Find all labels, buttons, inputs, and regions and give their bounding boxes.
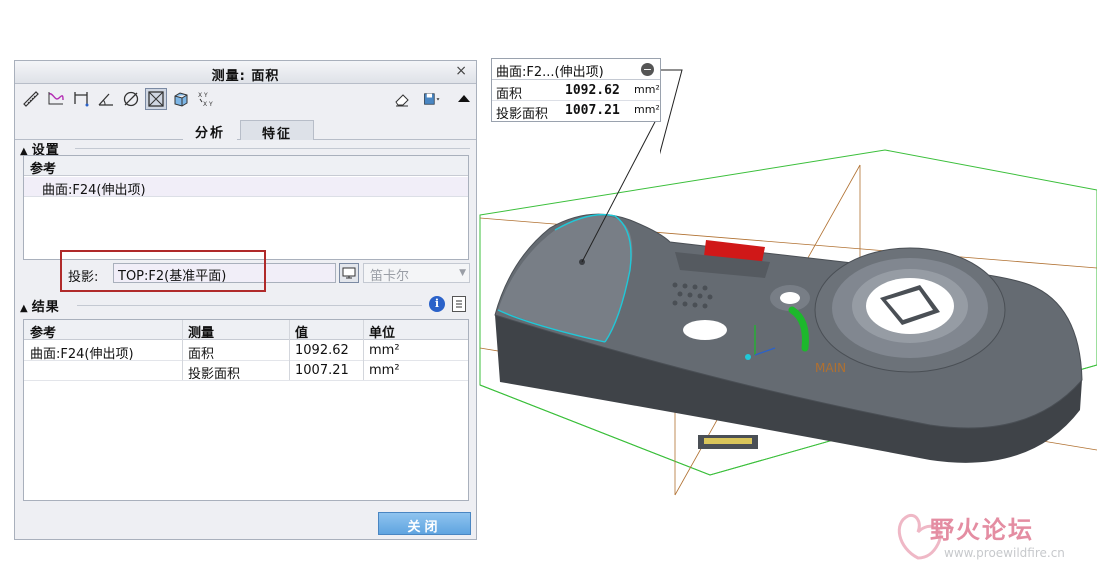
svg-text:X Y: X Y: [203, 101, 213, 108]
results-section-header[interactable]: ▲ 结果: [20, 296, 60, 315]
small-hole: [780, 292, 800, 304]
eraser-icon[interactable]: [391, 88, 413, 110]
collapse-triangle-icon[interactable]: ▲: [20, 303, 29, 314]
measure-toolbar: X Y X Y: [18, 87, 473, 112]
notes-icon[interactable]: [452, 296, 466, 312]
svg-text:X Y: X Y: [198, 92, 208, 99]
column-header[interactable]: 单位: [369, 322, 395, 341]
close-icon[interactable]: ×: [455, 63, 467, 79]
divider: [77, 305, 422, 306]
tab-feature[interactable]: 特征: [240, 120, 314, 142]
info-icon[interactable]: i: [429, 296, 445, 312]
length-icon[interactable]: [45, 88, 67, 110]
column-header[interactable]: 测量: [188, 322, 214, 341]
annotation-unit: mm²: [634, 83, 660, 96]
length-along-icon[interactable]: [70, 88, 92, 110]
annotation-value: 1092.62: [565, 83, 620, 98]
leader-line-bracket: [660, 69, 683, 155]
cell-measure: 投影面积: [188, 367, 241, 382]
angle-icon[interactable]: [95, 88, 117, 110]
measure-dialog: 测量: 面积 × X Y X Y 分析 特征 ▲ 设置 参考 曲面:F24(伸出项…: [14, 60, 477, 540]
close-button[interactable]: 关闭: [378, 512, 471, 535]
measure-annotation[interactable]: 曲面:F2...(伸出项) − 面积 1092.62 mm² 投影面积 1007…: [491, 58, 661, 122]
reference-list-header: 参考: [24, 156, 468, 177]
watermark-url: www.proewildfire.cn: [944, 546, 1065, 560]
model-viewport[interactable]: MAIN: [470, 120, 1097, 573]
csys-label: MAIN: [815, 361, 846, 375]
transform-icon[interactable]: X Y X Y: [195, 88, 217, 110]
results-table-header: 参考 测量 值 单位: [24, 320, 468, 341]
annotation-value: 1007.21: [565, 103, 620, 118]
column-divider: [182, 320, 183, 380]
column-header[interactable]: 值: [295, 322, 308, 341]
annotation-header: 曲面:F2...(伸出项) −: [492, 59, 660, 80]
column-header[interactable]: 参考: [30, 322, 56, 341]
reference-list[interactable]: 参考 曲面:F24(伸出项): [23, 155, 469, 260]
dialog-tabs: 分析 特征: [15, 118, 476, 142]
coordinate-system-select[interactable]: 笛卡尔 ▼: [363, 263, 470, 284]
annotation-label: 投影面积: [496, 107, 549, 122]
cell-value: 1007.21: [295, 363, 349, 378]
area-icon[interactable]: [145, 88, 167, 110]
cell-value: 1092.62: [295, 343, 349, 358]
projection-highlight-box: [60, 250, 266, 292]
dialog-title: 测量: 面积: [211, 69, 280, 84]
bottom-slot-insert: [704, 438, 752, 444]
collapse-icon[interactable]: [453, 88, 475, 110]
column-divider: [289, 320, 290, 380]
dialog-titlebar[interactable]: 测量: 面积 ×: [15, 61, 476, 84]
chevron-down-icon: ▼: [459, 268, 466, 278]
cell-measure: 面积: [188, 347, 215, 362]
watermark-name: 野火论坛: [930, 516, 1034, 544]
reference-list-item[interactable]: 曲面:F24(伸出项): [24, 177, 468, 198]
coordinate-system-value: 笛卡尔: [370, 269, 410, 284]
column-divider: [363, 320, 364, 380]
screen-pick-icon[interactable]: [339, 263, 359, 283]
annotation-title: 曲面:F2...(伸出项): [496, 65, 604, 80]
annotation-row: 投影面积 1007.21 mm²: [492, 101, 660, 122]
cell-reference: 曲面:F24(伸出项): [30, 347, 134, 362]
diameter-icon[interactable]: [120, 88, 142, 110]
cell-unit: mm²: [369, 363, 400, 378]
csys-origin: [745, 354, 751, 360]
cell-unit: mm²: [369, 343, 400, 358]
save-icon[interactable]: [418, 88, 446, 110]
annotation-unit: mm²: [634, 103, 660, 116]
table-row[interactable]: 曲面:F24(伸出项) 面积 1092.62 mm²: [24, 341, 468, 362]
distance-icon[interactable]: [20, 88, 42, 110]
table-row[interactable]: 投影面积 1007.21 mm²: [24, 361, 468, 382]
annotation-row: 面积 1092.62 mm²: [492, 81, 660, 102]
round-hole: [683, 320, 727, 340]
divider: [75, 148, 470, 149]
volume-icon[interactable]: [170, 88, 192, 110]
results-table: 参考 测量 值 单位 曲面:F24(伸出项) 面积 1092.62 mm² 投影…: [23, 319, 469, 501]
minus-icon[interactable]: −: [641, 63, 654, 76]
annotation-label: 面积: [496, 87, 523, 102]
watermark: 野火论坛 www.proewildfire.cn: [888, 508, 1088, 568]
results-heading: 结果: [31, 300, 60, 315]
tab-analysis[interactable]: 分析: [183, 120, 237, 141]
